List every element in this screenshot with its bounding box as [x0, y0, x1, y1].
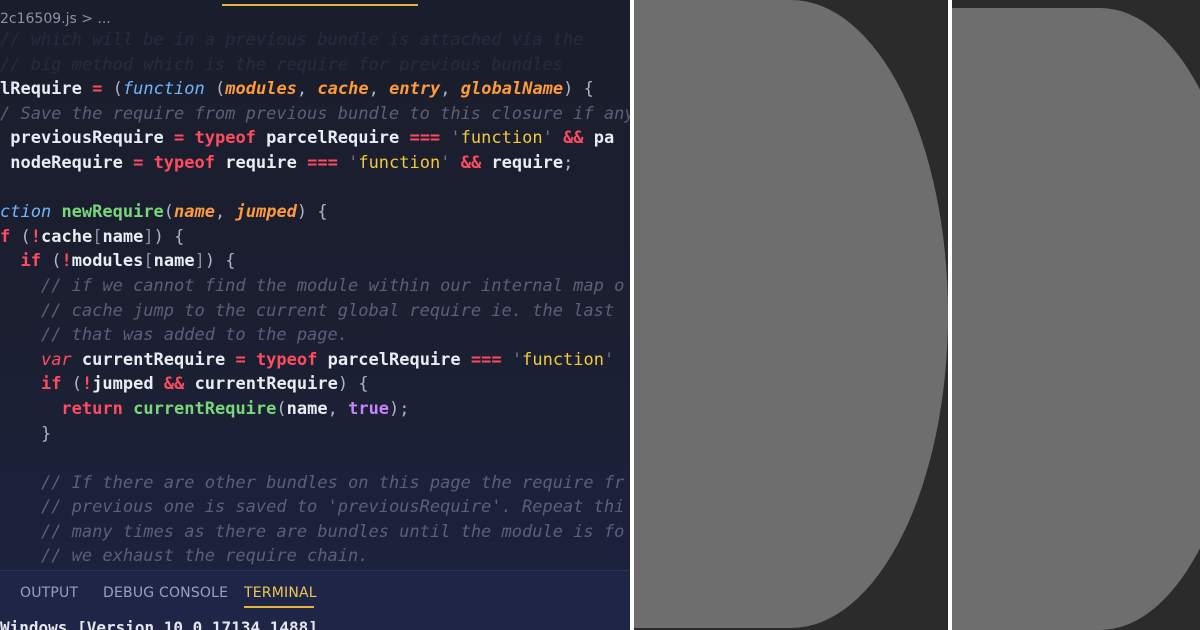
tab-debug-console[interactable]: DEBUG CONSOLE: [103, 585, 228, 601]
code-line[interactable]: previousRequire = typeof parcelRequire =…: [0, 126, 630, 151]
code-line[interactable]: // that was added to the page.: [0, 323, 630, 348]
code-line[interactable]: if (!modules[name]) {: [0, 249, 630, 274]
code-line[interactable]: ction newRequire(name, jumped) {: [0, 200, 630, 225]
code-line[interactable]: // previous one is saved to 'previousReq…: [0, 495, 630, 520]
half-circle-shape: [952, 8, 1200, 630]
placeholder-panel: [952, 0, 1200, 630]
code-line[interactable]: }: [0, 422, 630, 447]
code-line[interactable]: / Save the require from previous bundle …: [0, 102, 630, 127]
active-tab-indicator: [222, 0, 418, 6]
terminal-tab-indicator: [244, 606, 314, 608]
code-line[interactable]: // cache jump to the current global requ…: [0, 299, 630, 324]
code-line[interactable]: [0, 176, 630, 201]
code-line[interactable]: nodeRequire = typeof require === 'functi…: [0, 151, 630, 176]
code-line[interactable]: // If there are other bundles on this pa…: [0, 471, 630, 496]
code-line[interactable]: if (!jumped && currentRequire) {: [0, 372, 630, 397]
code-line[interactable]: lRequire = (function (modules, cache, en…: [0, 77, 630, 102]
code-line[interactable]: // if we cannot find the module within o…: [0, 274, 630, 299]
code-line[interactable]: return currentRequire(name, true);: [0, 397, 630, 422]
code-line[interactable]: // we exhaust the require chain.: [0, 544, 630, 569]
code-line[interactable]: var currentRequire = typeof parcelRequir…: [0, 348, 630, 373]
code-line[interactable]: [0, 446, 630, 471]
code-area[interactable]: // which will be in a previous bundle is…: [0, 28, 630, 594]
tab-output[interactable]: OUTPUT: [20, 585, 78, 601]
code-line[interactable]: // big method which is the require for p…: [0, 53, 630, 78]
code-editor[interactable]: 2c16509.js > ... // which will be in a p…: [0, 0, 630, 630]
placeholder-panel: [634, 0, 948, 630]
code-line[interactable]: // which will be in a previous bundle is…: [0, 28, 630, 53]
terminal-output[interactable]: Windows [Version 10.0.17134.1488]: [0, 618, 318, 630]
tab-terminal[interactable]: TERMINAL: [244, 585, 317, 601]
code-line[interactable]: f (!cache[name]) {: [0, 225, 630, 250]
code-line[interactable]: // many times as there are bundles until…: [0, 520, 630, 545]
breadcrumb[interactable]: 2c16509.js > ...: [0, 11, 111, 27]
half-circle-shape: [634, 0, 948, 628]
bottom-panel: OUTPUT DEBUG CONSOLE TERMINAL Windows [V…: [0, 570, 630, 630]
